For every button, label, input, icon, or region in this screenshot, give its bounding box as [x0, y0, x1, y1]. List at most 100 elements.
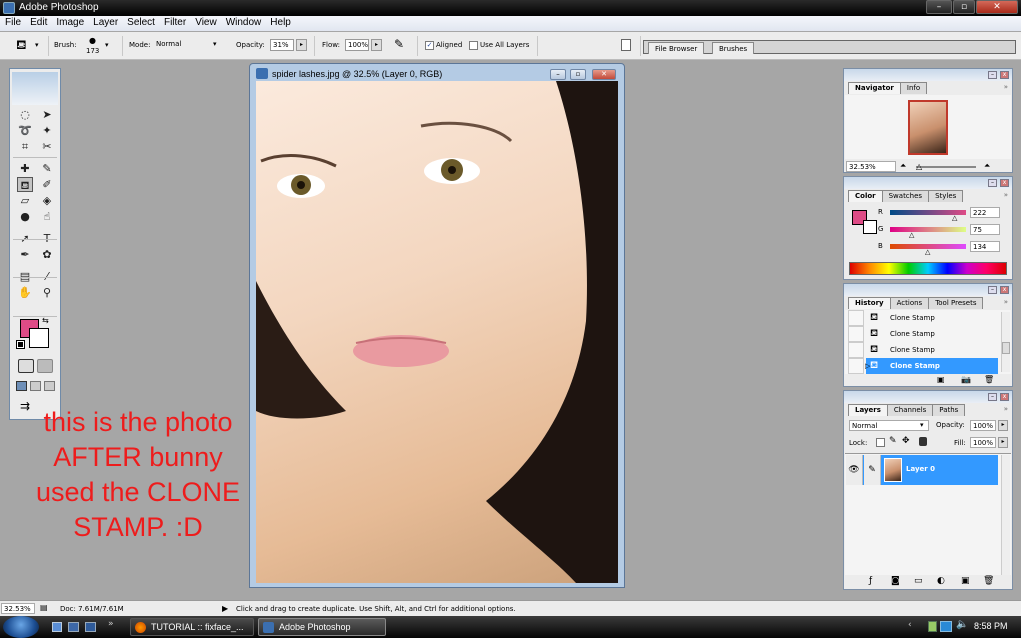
- tray-app-icon[interactable]: [928, 621, 937, 632]
- slice-icon[interactable]: ✂: [39, 139, 55, 154]
- tab-history[interactable]: History: [848, 297, 891, 309]
- channel-r-input[interactable]: 222: [970, 207, 1000, 218]
- history-item[interactable]: ⛾ Clone Stamp: [848, 310, 998, 326]
- history-brush-icon[interactable]: ✐: [39, 177, 55, 192]
- lock-all-icon[interactable]: [919, 437, 927, 446]
- new-layer-icon[interactable]: ▣: [961, 576, 970, 586]
- crop-icon[interactable]: ⌗: [17, 139, 33, 154]
- tab-navigator[interactable]: Navigator: [848, 82, 901, 94]
- lock-pixels-icon[interactable]: ✎: [889, 436, 897, 446]
- taskbar-item-browser[interactable]: TUTORIAL :: fixface_...: [130, 618, 254, 636]
- history-item-selected[interactable]: ▷ ⛾ Clone Stamp: [848, 358, 998, 374]
- close-button[interactable]: ✕: [976, 0, 1018, 14]
- opacity-slider-button[interactable]: ▸: [296, 39, 307, 51]
- menu-window[interactable]: Window: [221, 16, 266, 28]
- taskbar-item-photoshop[interactable]: Adobe Photoshop: [258, 618, 386, 636]
- show-hidden-icons-button[interactable]: ‹: [908, 620, 912, 630]
- marquee-icon[interactable]: ◌: [17, 107, 33, 122]
- doc-maximize-button[interactable]: ▫: [570, 69, 586, 80]
- blend-mode-select[interactable]: Normal ▾: [849, 420, 929, 431]
- eraser-icon[interactable]: ▱: [17, 193, 33, 208]
- history-item[interactable]: ⛾ Clone Stamp: [848, 326, 998, 342]
- zoom-slider-handle[interactable]: △: [916, 162, 922, 171]
- eye-visibility-icon[interactable]: 👁: [846, 455, 863, 485]
- layer-name[interactable]: Layer 0: [906, 465, 935, 473]
- new-document-from-state-icon[interactable]: ▣: [937, 375, 945, 384]
- brush-tip-icon[interactable]: ●: [89, 36, 96, 45]
- full-screen-mode-button[interactable]: [44, 381, 55, 391]
- tab-actions[interactable]: Actions: [889, 297, 930, 309]
- add-layer-style-icon[interactable]: ƒ: [869, 576, 872, 586]
- menu-image[interactable]: Image: [51, 16, 88, 28]
- panel-menu-icon[interactable]: »: [1004, 83, 1008, 91]
- navigator-zoom-slider[interactable]: [916, 166, 976, 168]
- layer-opacity-slider-button[interactable]: ▸: [998, 420, 1008, 431]
- doc-close-button[interactable]: ✕: [592, 69, 616, 80]
- menu-view[interactable]: View: [190, 16, 221, 28]
- tab-layers[interactable]: Layers: [848, 404, 888, 416]
- new-layer-set-icon[interactable]: ▭: [914, 576, 923, 586]
- brush-icon[interactable]: ✎: [39, 161, 55, 176]
- channel-g-slider[interactable]: [890, 227, 966, 232]
- panel-minimize-button[interactable]: –: [988, 179, 997, 187]
- tab-file-browser[interactable]: File Browser: [648, 42, 705, 54]
- channel-b-handle[interactable]: △: [925, 248, 930, 256]
- opacity-input[interactable]: 31%: [270, 39, 294, 51]
- hand-icon[interactable]: ✋: [17, 285, 33, 300]
- status-menu-arrow-icon[interactable]: ▶: [222, 604, 228, 613]
- fill-input[interactable]: 100%: [970, 437, 996, 448]
- quick-launch-overflow[interactable]: »: [108, 619, 114, 629]
- clone-stamp-icon[interactable]: ⛾: [17, 177, 33, 192]
- custom-shape-icon[interactable]: ✿: [39, 247, 55, 262]
- zoom-in-icon[interactable]: ⏶: [984, 161, 990, 171]
- paint-bucket-icon[interactable]: ◈: [39, 193, 55, 208]
- dodge-icon[interactable]: ●: [17, 209, 33, 224]
- zoom-out-icon[interactable]: ⏶: [900, 161, 906, 171]
- use-all-layers-checkbox[interactable]: [469, 41, 478, 50]
- panel-minimize-button[interactable]: –: [988, 286, 997, 294]
- tool-preset-dropdown-icon[interactable]: ▾: [35, 41, 39, 49]
- channel-b-input[interactable]: 134: [970, 241, 1000, 252]
- flow-slider-button[interactable]: ▸: [371, 39, 382, 51]
- palette-toggle-icon[interactable]: [621, 39, 631, 51]
- full-screen-menu-mode-button[interactable]: [30, 381, 41, 391]
- tab-styles[interactable]: Styles: [928, 190, 964, 202]
- airbrush-icon[interactable]: ✎: [394, 37, 404, 51]
- color-bg-swatch[interactable]: [863, 220, 877, 234]
- menu-layer[interactable]: Layer: [88, 16, 122, 28]
- panel-menu-icon[interactable]: »: [1004, 298, 1008, 306]
- flow-input[interactable]: 100%: [345, 39, 369, 51]
- start-button[interactable]: [3, 616, 39, 638]
- panel-close-button[interactable]: x: [1000, 71, 1009, 79]
- tab-brushes[interactable]: Brushes: [712, 42, 755, 54]
- swap-colors-icon[interactable]: ⇆: [42, 316, 49, 325]
- image-canvas[interactable]: [256, 81, 618, 583]
- tab-color[interactable]: Color: [848, 190, 883, 202]
- panel-close-button[interactable]: x: [1000, 179, 1009, 187]
- tab-info[interactable]: Info: [899, 82, 928, 94]
- channel-r-handle[interactable]: △: [952, 214, 957, 222]
- menu-select[interactable]: Select: [122, 16, 159, 28]
- panel-close-button[interactable]: x: [1000, 286, 1009, 294]
- tab-swatches[interactable]: Swatches: [881, 190, 930, 202]
- move-icon[interactable]: ➤: [39, 107, 55, 122]
- clock[interactable]: 8:58 PM: [974, 621, 1008, 631]
- menu-help[interactable]: Help: [265, 16, 295, 28]
- layer-opacity-input[interactable]: 100%: [970, 420, 996, 431]
- standard-screen-mode-button[interactable]: [16, 381, 27, 391]
- layers-scrollbar[interactable]: [1001, 455, 1010, 575]
- tab-tool-presets[interactable]: Tool Presets: [928, 297, 984, 309]
- file-info-icon[interactable]: ▤: [40, 603, 48, 612]
- zoom-icon[interactable]: ⚲: [39, 285, 55, 300]
- toolbox-logo[interactable]: [12, 72, 58, 105]
- add-layer-mask-icon[interactable]: ◙: [891, 576, 900, 586]
- menu-edit[interactable]: Edit: [25, 16, 51, 28]
- status-zoom-input[interactable]: 32.53%: [1, 603, 35, 614]
- tab-paths[interactable]: Paths: [932, 404, 966, 416]
- layer-row[interactable]: 👁 ✎ Layer 0: [846, 455, 998, 485]
- background-color-swatch[interactable]: [29, 328, 49, 348]
- healing-brush-icon[interactable]: ✚: [17, 161, 33, 176]
- brush-link-icon[interactable]: ✎: [864, 455, 881, 485]
- brush-picker-dropdown-icon[interactable]: ▾: [105, 41, 109, 49]
- magic-wand-icon[interactable]: ✦: [39, 123, 55, 138]
